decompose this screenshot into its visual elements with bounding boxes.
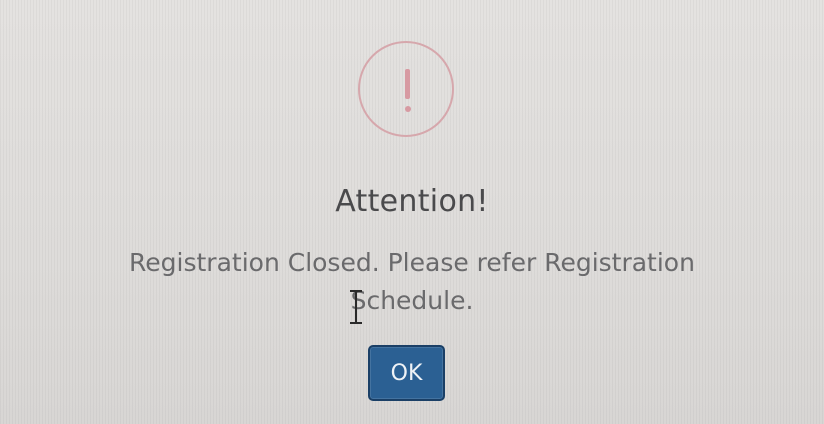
alert-dialog: Attention! Registration Closed. Please r… bbox=[0, 0, 824, 424]
exclamation-bar bbox=[405, 69, 410, 99]
exclamation-circle-icon bbox=[358, 41, 454, 137]
exclamation-dot bbox=[405, 106, 411, 112]
ok-button[interactable]: OK bbox=[368, 345, 445, 401]
dialog-message: Registration Closed. Please refer Regist… bbox=[129, 248, 695, 315]
dialog-title: Attention! bbox=[335, 184, 489, 219]
